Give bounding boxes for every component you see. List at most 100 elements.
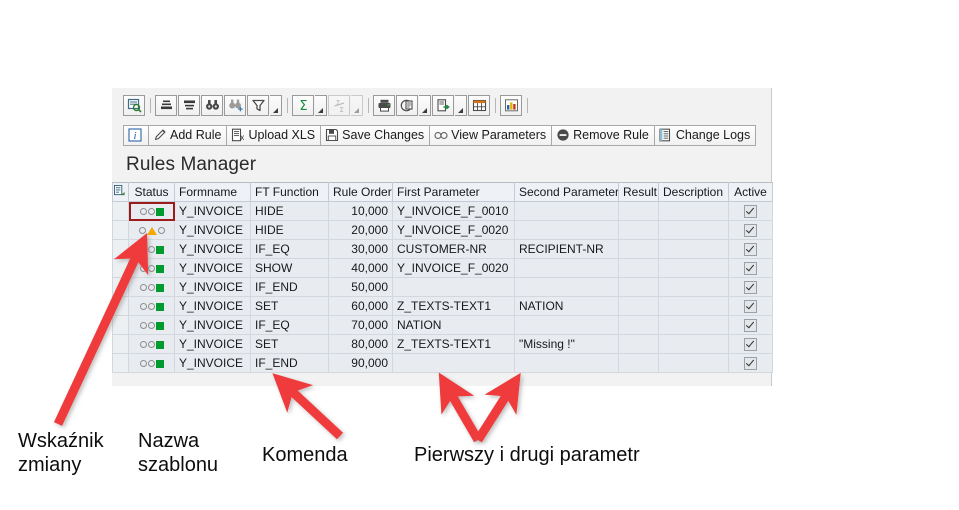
column-header-descr[interactable]: Description — [658, 182, 729, 202]
table-row[interactable]: Y_INVOICE HIDE 10,000 Y_INVOICE_F_0010 — [112, 201, 773, 221]
column-header-ft[interactable]: FT Function — [250, 182, 329, 202]
cell-form[interactable]: Y_INVOICE — [174, 258, 251, 278]
cell-param2[interactable] — [514, 258, 619, 278]
filter-icon[interactable] — [247, 94, 269, 116]
table-row[interactable]: Y_INVOICE SET 60,000 Z_TEXTS-TEXT1 NATION — [112, 296, 773, 316]
sort-ascending-icon[interactable] — [155, 94, 177, 116]
cell-descr[interactable] — [658, 353, 729, 373]
cell-param1[interactable]: Y_INVOICE_F_0020 — [392, 220, 515, 240]
row-selector[interactable] — [112, 334, 129, 354]
total-icon[interactable]: Σ — [292, 94, 314, 116]
export-dropdown-arrow[interactable] — [455, 94, 467, 116]
cell-rule-order[interactable]: 80,000 — [328, 334, 393, 354]
table-row[interactable]: Y_INVOICE IF_EQ 30,000 CUSTOMER-NR RECIPIENT… — [112, 239, 773, 259]
filter-dropdown-arrow[interactable] — [270, 94, 282, 116]
cell-ft[interactable]: SHOW — [250, 258, 329, 278]
row-selector[interactable] — [112, 353, 129, 373]
cell-result[interactable] — [618, 201, 659, 221]
details-icon[interactable] — [123, 94, 145, 116]
cell-form[interactable]: Y_INVOICE — [174, 201, 251, 221]
cell-param1[interactable]: Y_INVOICE_F_0010 — [392, 201, 515, 221]
cell-descr[interactable] — [658, 239, 729, 259]
checkbox-checked-icon[interactable] — [744, 338, 757, 352]
cell-descr[interactable] — [658, 334, 729, 354]
info-button[interactable]: i — [123, 124, 149, 146]
cell-active-checkbox[interactable] — [728, 277, 773, 297]
select-all-icon[interactable] — [112, 182, 129, 202]
cell-ft[interactable]: IF_END — [250, 353, 329, 373]
row-selector[interactable] — [112, 201, 129, 221]
checkbox-checked-icon[interactable] — [744, 243, 757, 257]
cell-result[interactable] — [618, 334, 659, 354]
row-selector[interactable] — [112, 239, 129, 259]
print-icon[interactable] — [373, 94, 395, 116]
cell-form[interactable]: Y_INVOICE — [174, 296, 251, 316]
sort-descending-icon[interactable] — [178, 94, 200, 116]
cell-form[interactable]: Y_INVOICE — [174, 315, 251, 335]
row-selector[interactable] — [112, 220, 129, 240]
table-row[interactable]: Y_INVOICE HIDE 20,000 Y_INVOICE_F_0020 — [112, 220, 773, 240]
total-dropdown-arrow[interactable] — [315, 94, 327, 116]
cell-form[interactable]: Y_INVOICE — [174, 220, 251, 240]
column-header-param2[interactable]: Second Parameter — [514, 182, 619, 202]
cell-active-checkbox[interactable] — [728, 239, 773, 259]
save-changes-button[interactable]: Save Changes — [320, 124, 431, 146]
cell-status[interactable] — [128, 201, 175, 221]
cell-descr[interactable] — [658, 258, 729, 278]
cell-status[interactable] — [128, 258, 175, 278]
cell-descr[interactable] — [658, 220, 729, 240]
cell-result[interactable] — [618, 315, 659, 335]
checkbox-checked-icon[interactable] — [744, 205, 757, 219]
cell-rule-order[interactable]: 30,000 — [328, 239, 393, 259]
table-row[interactable]: Y_INVOICE IF_END 50,000 — [112, 277, 773, 297]
cell-status[interactable] — [128, 220, 175, 240]
column-header-param1[interactable]: First Parameter — [392, 182, 515, 202]
cell-rule-order[interactable]: 50,000 — [328, 277, 393, 297]
cell-form[interactable]: Y_INVOICE — [174, 353, 251, 373]
checkbox-checked-icon[interactable] — [744, 357, 757, 371]
row-selector[interactable] — [112, 258, 129, 278]
cell-status[interactable] — [128, 277, 175, 297]
cell-active-checkbox[interactable] — [728, 334, 773, 354]
cell-active-checkbox[interactable] — [728, 201, 773, 221]
column-header-active[interactable]: Active — [728, 182, 773, 202]
cell-descr[interactable] — [658, 277, 729, 297]
cell-ft[interactable]: HIDE — [250, 220, 329, 240]
cell-param2[interactable]: "Missing !" — [514, 334, 619, 354]
cell-param2[interactable]: NATION — [514, 296, 619, 316]
checkbox-checked-icon[interactable] — [744, 262, 757, 276]
checkbox-checked-icon[interactable] — [744, 224, 757, 238]
cell-ft[interactable]: SET — [250, 334, 329, 354]
column-header-order[interactable]: Rule Order — [328, 182, 393, 202]
find-next-icon[interactable] — [224, 94, 246, 116]
cell-param1[interactable] — [392, 353, 515, 373]
cell-form[interactable]: Y_INVOICE — [174, 277, 251, 297]
cell-form[interactable]: Y_INVOICE — [174, 334, 251, 354]
table-row[interactable]: Y_INVOICE SHOW 40,000 Y_INVOICE_F_0020 — [112, 258, 773, 278]
cell-descr[interactable] — [658, 201, 729, 221]
cell-active-checkbox[interactable] — [728, 220, 773, 240]
cell-ft[interactable]: IF_EQ — [250, 315, 329, 335]
cell-status[interactable] — [128, 239, 175, 259]
cell-descr[interactable] — [658, 315, 729, 335]
cell-rule-order[interactable]: 60,000 — [328, 296, 393, 316]
column-header-result[interactable]: Result — [618, 182, 659, 202]
cell-result[interactable] — [618, 239, 659, 259]
view-export-icon[interactable] — [396, 94, 418, 116]
view-export-dropdown-arrow[interactable] — [419, 94, 431, 116]
column-header-status[interactable]: Status — [128, 182, 175, 202]
bar-chart-icon[interactable] — [500, 94, 522, 116]
row-selector[interactable] — [112, 296, 129, 316]
table-row[interactable]: Y_INVOICE SET 80,000 Z_TEXTS-TEXT1 "Missing … — [112, 334, 773, 354]
table-row[interactable]: Y_INVOICE IF_END 90,000 — [112, 353, 773, 373]
cell-result[interactable] — [618, 277, 659, 297]
layout-icon[interactable] — [468, 94, 490, 116]
add-rule-button[interactable]: Add Rule — [148, 124, 228, 146]
change-logs-button[interactable]: Change Logs — [653, 124, 757, 146]
cell-status[interactable] — [128, 334, 175, 354]
cell-param2[interactable] — [514, 315, 619, 335]
cell-param1[interactable]: Z_TEXTS-TEXT1 — [392, 296, 515, 316]
cell-rule-order[interactable]: 10,000 — [328, 201, 393, 221]
cell-result[interactable] — [618, 296, 659, 316]
cell-param2[interactable] — [514, 201, 619, 221]
